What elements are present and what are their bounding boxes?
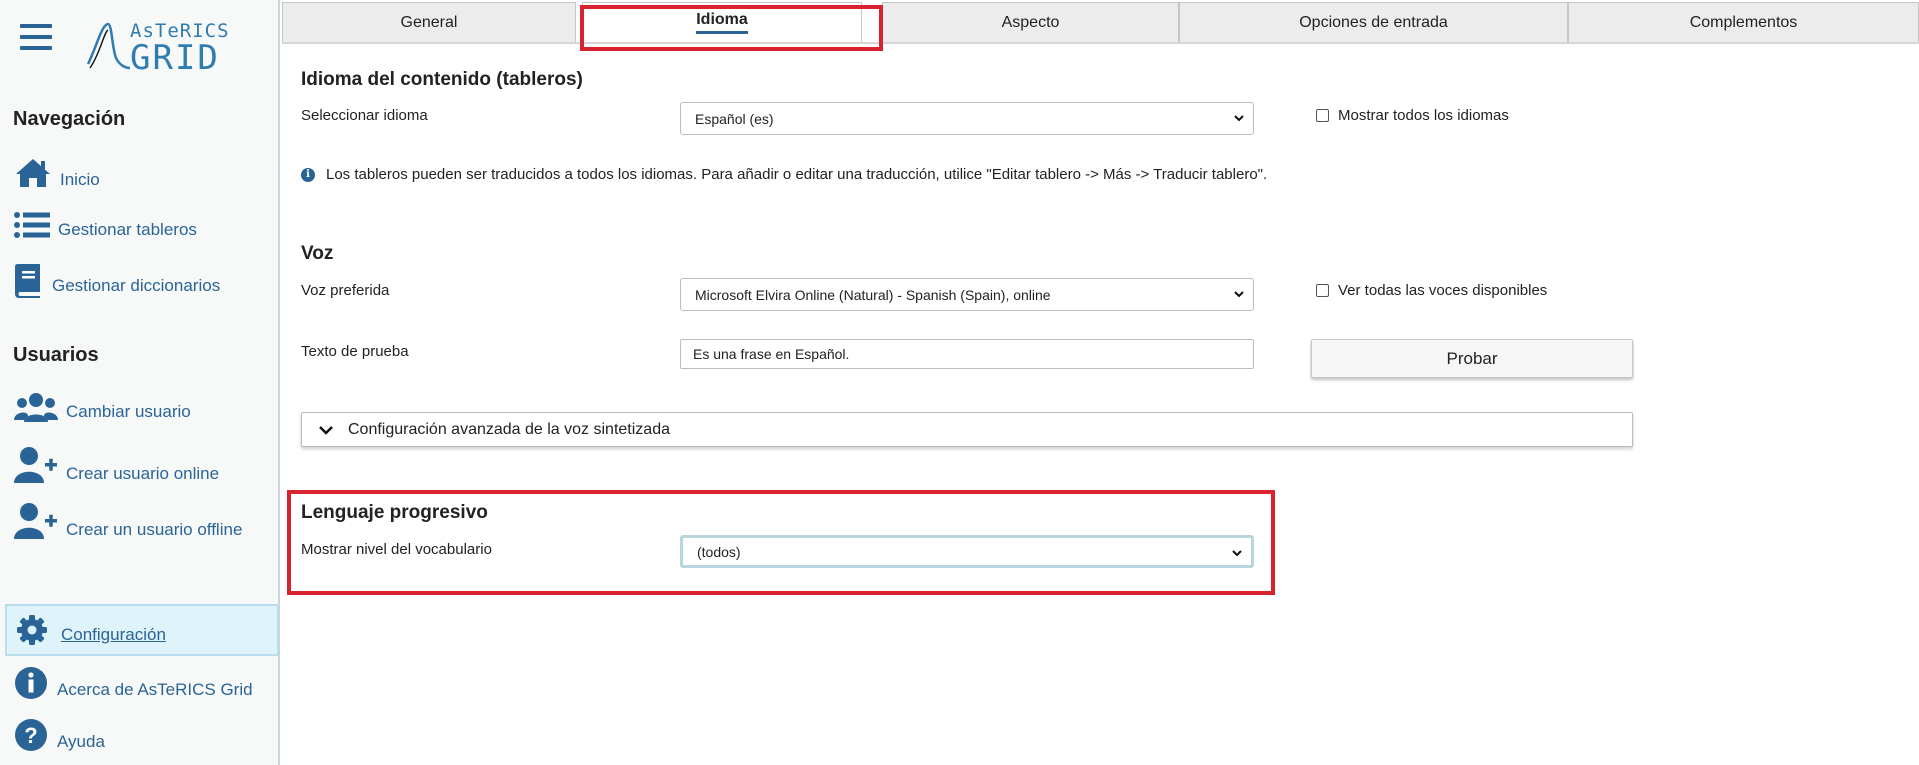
show-all-languages-checkbox[interactable]: Mostrar todos los idiomas [1316,107,1509,124]
sidebar-item-crear-usuario-offline[interactable]: Crear un usuario offline [14,502,242,540]
sidebar-item-label: Inicio [60,170,100,189]
settings-tab-bar: General Idioma Aspecto Opciones de entra… [282,0,1919,44]
sidebar-item-label: Crear un usuario offline [66,520,243,539]
test-text-input[interactable]: Es una frase en Español. [680,339,1254,369]
chevron-down-icon [1234,115,1244,122]
sidebar-item-crear-usuario-online[interactable]: Crear usuario online [14,446,219,484]
tab-highlight-box [580,5,883,51]
tab-general[interactable]: General [282,2,576,42]
user-plus-icon [14,503,57,539]
tab-aspecto[interactable]: Aspecto [882,2,1179,42]
sidebar-item-label: Gestionar tableros [58,220,197,239]
tab-opciones-de-entrada[interactable]: Opciones de entrada [1179,2,1568,42]
checkbox-box[interactable] [1316,284,1329,297]
tab-complementos[interactable]: Complementos [1568,2,1919,42]
info-circle-icon: i [301,167,315,182]
vocabulary-level-label: Mostrar nivel del vocabulario [301,541,492,558]
test-text-label: Texto de prueba [301,343,409,360]
show-all-languages-label: Mostrar todos los idiomas [1338,107,1509,124]
sidebar-item-configuracion[interactable]: Configuración [5,604,279,656]
language-select[interactable]: Español (es) [680,102,1254,135]
home-icon [16,159,50,187]
navigation-heading: Navegación [13,108,126,130]
sidebar-item-label: Acerca de AsTeRICS Grid [57,680,253,699]
sidebar-item-gestionar-diccionarios[interactable]: Gestionar diccionarios [14,264,220,298]
sidebar-item-label: Configuración [61,625,166,644]
language-section-title: Idioma del contenido (tableros) [301,69,583,90]
svg-text:?: ? [24,723,37,748]
info-icon [15,667,47,699]
sidebar-item-label: Ayuda [57,732,105,751]
sidebar-item-inicio[interactable]: Inicio [14,156,100,190]
preferred-voice-value: Microsoft Elvira Online (Natural) - Span… [695,286,1051,303]
preferred-voice-label: Voz preferida [301,282,390,299]
preferred-voice-select[interactable]: Microsoft Elvira Online (Natural) - Span… [680,278,1254,311]
sidebar-item-label: Gestionar diccionarios [52,276,221,295]
chevron-down-icon [319,425,333,435]
sidebar-item-gestionar-tableros[interactable]: Gestionar tableros [14,210,197,240]
vocabulary-level-select[interactable]: (todos) [680,535,1254,568]
probar-button[interactable]: Probar [1311,339,1633,378]
vocabulary-level-value: (todos) [697,543,741,560]
sidebar-item-ayuda[interactable]: ? Ayuda [14,718,105,752]
users-icon [14,393,58,422]
translation-info: i Los tableros pueden ser traducidos a t… [301,166,1267,183]
checkbox-box[interactable] [1316,109,1329,122]
users-heading: Usuarios [13,344,99,366]
show-all-voices-label: Ver todas las voces disponibles [1338,282,1548,299]
asterics-grid-logo: AsTeRICS GRID [86,18,229,78]
chevron-down-icon [1232,550,1242,557]
hamburger-menu-icon[interactable] [20,24,52,50]
sidebar-item-acerca-de[interactable]: Acerca de AsTeRICS Grid [14,666,253,700]
sidebar-item-label: Crear usuario online [66,464,220,483]
show-all-voices-checkbox[interactable]: Ver todas las voces disponibles [1316,282,1547,299]
translation-info-text: Los tableros pueden ser traducidos a tod… [326,166,1268,183]
help-icon: ? [15,719,47,751]
advanced-voice-settings-label: Configuración avanzada de la voz sinteti… [348,420,670,438]
test-text-value: Es una frase en Español. [693,346,850,362]
sidebar-item-label: Cambiar usuario [66,402,191,421]
sidebar: AsTeRICS GRID Navegación Inicio Gestiona… [0,0,280,765]
advanced-voice-settings-accordion[interactable]: Configuración avanzada de la voz sinteti… [301,412,1633,447]
select-language-label: Seleccionar idioma [301,107,428,124]
logo-wave-icon [86,22,130,70]
chevron-down-icon [1234,291,1244,298]
book-icon [15,264,40,298]
sidebar-item-cambiar-usuario[interactable]: Cambiar usuario [14,392,191,424]
logo-text-bottom: GRID [130,38,220,78]
user-plus-icon [14,447,57,483]
language-select-value: Español (es) [695,110,774,127]
list-icon [14,212,50,238]
gear-icon [17,615,47,645]
progressive-section-title: Lenguaje progresivo [301,502,488,523]
voice-section-title: Voz [301,243,334,264]
